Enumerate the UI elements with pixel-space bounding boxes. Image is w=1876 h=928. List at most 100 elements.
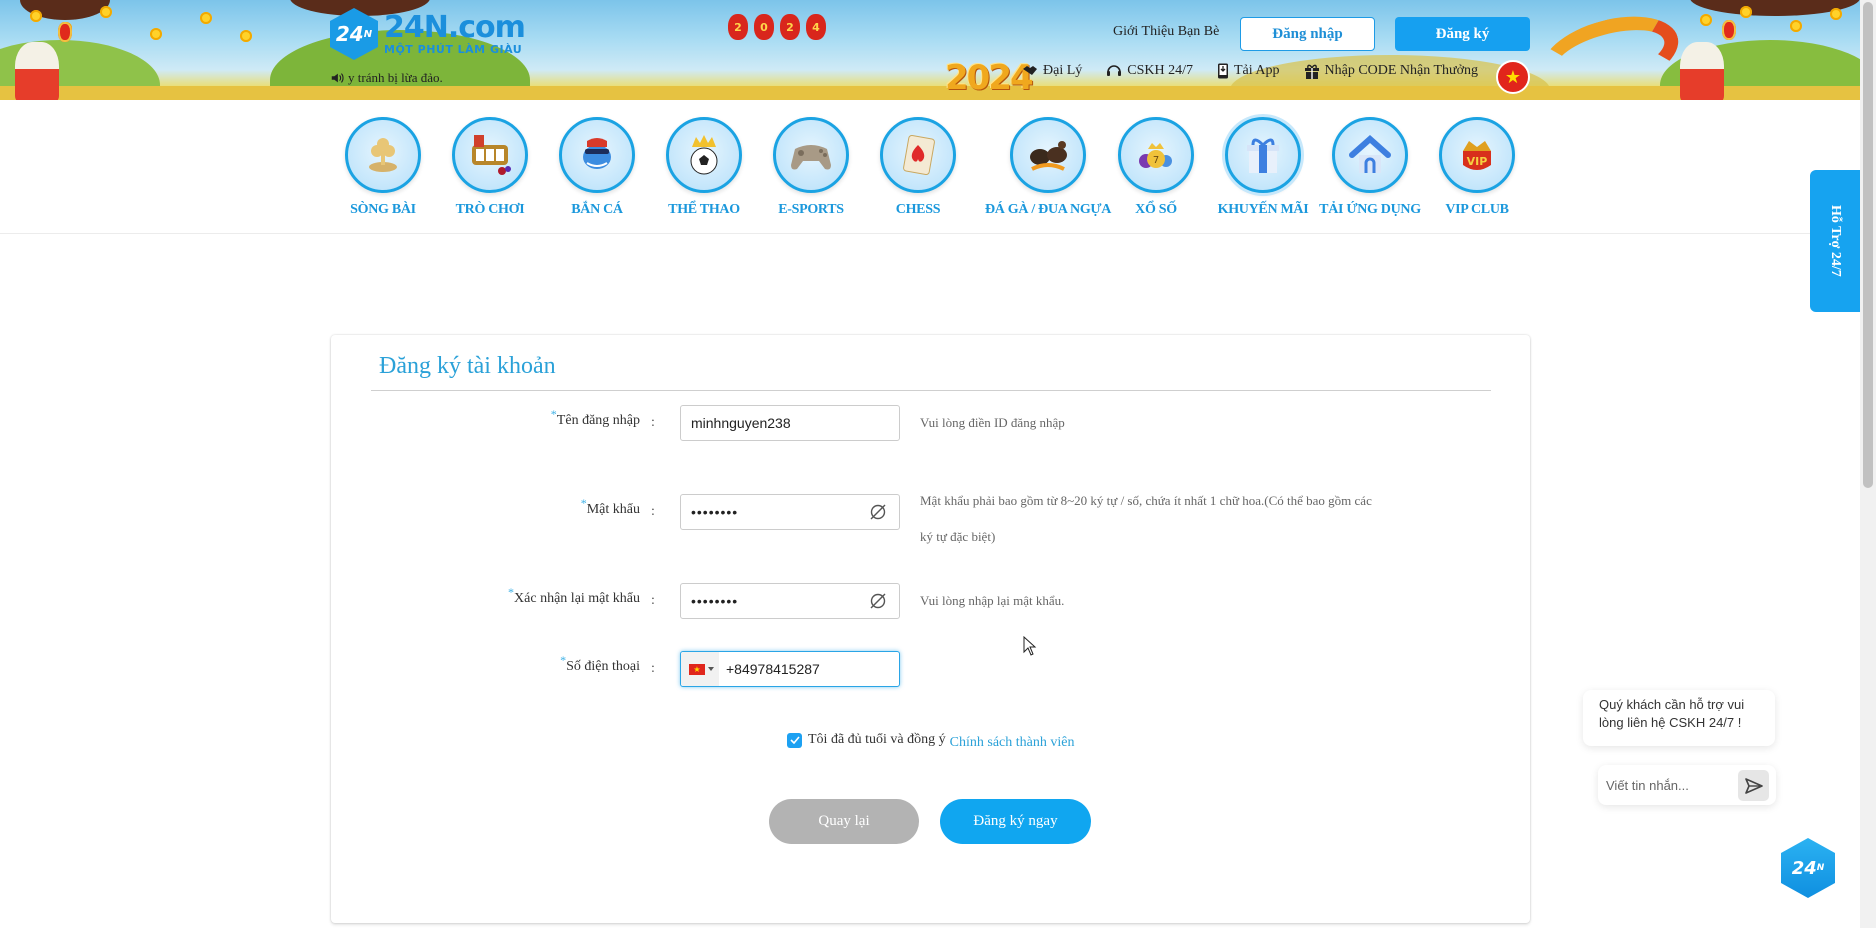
page-scrollbar[interactable] — [1860, 0, 1876, 928]
chat-send-button[interactable] — [1738, 770, 1769, 801]
terms-checkbox[interactable] — [787, 732, 802, 748]
header-banner: 2 0 2 4 24 N 24N.com MỘT PHÚT LÀM GIÀU y … — [0, 0, 1860, 100]
password-input[interactable] — [680, 494, 900, 530]
lion-dance — [15, 42, 59, 100]
chat-message-bubble: Quý khách cần hỗ trợ vui lòng liên hệ CS… — [1583, 690, 1775, 746]
nav-label: XỔ SỐ — [1135, 202, 1177, 217]
phone-download-icon — [1218, 63, 1228, 79]
nav-item-esports[interactable]: E-SPORTS — [756, 117, 866, 218]
header-links: Đại Lý CSKH 24/7 Tải App Nhập CODE Nhận … — [1022, 63, 1502, 79]
headset-icon — [1107, 65, 1122, 76]
vip-crown-icon: VIP — [1463, 141, 1491, 170]
nav-label: E-SPORTS — [778, 202, 844, 217]
svg-text:VIP: VIP — [1467, 155, 1488, 168]
nav-item-cockfight[interactable]: ĐÁ GÀ / ĐUA NGỰA — [983, 117, 1113, 218]
nav-item-games[interactable]: TRÒ CHƠI — [435, 117, 545, 218]
required-mark: * — [580, 496, 587, 510]
phone-label: *Số điện thoại — [560, 653, 640, 675]
nav-label: CHESS — [895, 202, 941, 217]
login-button[interactable]: Đăng nhập — [1240, 17, 1375, 51]
nav-label: THỂ THAO — [668, 202, 740, 217]
nav-item-fishing[interactable]: BẮN CÁ — [542, 117, 652, 218]
phone-label-text: Số điện thoại — [566, 659, 640, 674]
back-button[interactable]: Quay lại — [769, 799, 919, 844]
nav-label: TRÒ CHƠI — [455, 202, 525, 217]
gift-box-icon — [1247, 138, 1279, 173]
nav-item-casino[interactable]: SÒNG BÀI — [328, 117, 438, 218]
logo-name: 24N.com — [384, 9, 526, 45]
lion-dance — [1680, 42, 1724, 100]
invite-friends-link[interactable]: Giới Thiệu Bạn Bè — [1113, 24, 1219, 40]
title-divider — [371, 390, 1491, 391]
nav-item-sports[interactable]: THỂ THAO — [649, 117, 759, 218]
country-code-select[interactable]: ★ — [681, 652, 719, 686]
logo-mark-sup: N — [363, 28, 373, 40]
username-label: *Tên đăng nhập — [551, 407, 640, 429]
register-now-button[interactable]: Đăng ký ngay — [940, 799, 1091, 844]
lantern — [1722, 20, 1736, 40]
nav-item-vip-club[interactable]: VIP VIP CLUB — [1422, 117, 1532, 218]
vietnam-flag-icon: ★ — [689, 663, 705, 675]
password-hint-line2: ký tự đặc biệt) — [920, 529, 996, 544]
support-side-tab[interactable]: Hỗ Trợ 24/7 — [1810, 170, 1860, 312]
agent-link[interactable]: Đại Lý — [1022, 63, 1082, 79]
chat-message-input[interactable] — [1606, 769, 1736, 801]
redeem-code-link[interactable]: Nhập CODE Nhận Thưởng — [1304, 63, 1479, 79]
nav-item-chess[interactable]: CHESS — [863, 117, 973, 218]
chat-compose — [1598, 765, 1776, 805]
blossom — [200, 12, 212, 24]
nav-label: TẢI ỨNG DỤNG — [1319, 202, 1421, 217]
download-app-label: Tải App — [1234, 63, 1280, 78]
required-mark: * — [560, 653, 567, 667]
blossom — [30, 10, 42, 22]
logo-mark: 24 — [335, 22, 364, 46]
slot-machine-icon — [472, 135, 511, 175]
logo-slogan: MỘT PHÚT LÀM GIÀU — [384, 42, 523, 56]
terms-text: Tôi đã đủ tuổi và đồng ý — [808, 732, 946, 747]
support-link[interactable]: CSKH 24/7 — [1106, 63, 1193, 79]
eye-off-icon[interactable] — [868, 502, 888, 522]
redeem-code-label: Nhập CODE Nhận Thưởng — [1324, 63, 1479, 78]
blossom — [1830, 8, 1842, 20]
phone-field: ★ — [680, 651, 900, 687]
confirm-password-label-text: Xác nhận lại mật khẩu — [514, 591, 640, 606]
send-icon — [1744, 777, 1763, 794]
blossom — [100, 6, 112, 18]
gamepad-icon — [791, 145, 831, 170]
chat-launcher-button[interactable]: 24 N — [1781, 838, 1835, 898]
year-lanterns: 2 0 2 4 — [728, 14, 826, 40]
support-tab-label: Hỗ Trợ 24/7 — [1828, 205, 1843, 277]
site-logo[interactable]: 24 N 24N.com MỘT PHÚT LÀM GIÀU — [330, 8, 526, 60]
nav-label: KHUYẾN MÃI — [1217, 202, 1309, 217]
language-selector[interactable]: ★ — [1496, 60, 1530, 94]
year-badge: 2024 — [945, 58, 1034, 98]
blossom — [1790, 20, 1802, 32]
register-form-card: Đăng ký tài khoản *Tên đăng nhập : Vui l… — [331, 335, 1530, 923]
required-mark: * — [508, 585, 515, 599]
nav-item-promotions[interactable]: KHUYẾN MÃI — [1208, 117, 1318, 218]
launcher-mark: 24 — [1791, 857, 1817, 879]
nav-item-download-app[interactable]: TẢI ỨNG DỤNG — [1315, 117, 1425, 218]
home-icon — [1349, 134, 1391, 173]
confirm-password-input[interactable] — [680, 583, 900, 619]
lantern-char: 2 — [780, 14, 800, 40]
speaker-icon — [331, 73, 344, 83]
support-link-label: CSKH 24/7 — [1127, 63, 1193, 78]
scrollbar-thumb[interactable] — [1863, 2, 1873, 488]
marquee-text: y tránh bị lừa đảo. — [348, 70, 443, 85]
username-input[interactable] — [680, 405, 900, 441]
vietnam-flag-icon: ★ — [1504, 66, 1522, 87]
download-app-link[interactable]: Tải App — [1217, 63, 1280, 79]
eye-off-icon[interactable] — [868, 591, 888, 611]
soccer-ball-icon — [690, 135, 718, 175]
register-button[interactable]: Đăng ký — [1395, 17, 1530, 51]
label-colon: : — [651, 415, 655, 430]
checkmark-icon — [789, 736, 800, 744]
nav-label: ĐÁ GÀ / ĐUA NGỰA — [984, 202, 1112, 217]
label-colon: : — [651, 661, 655, 676]
required-mark: * — [550, 407, 557, 421]
nav-label: BẮN CÁ — [571, 202, 623, 217]
confirm-password-label: *Xác nhận lại mật khẩu — [508, 585, 640, 607]
member-policy-link[interactable]: Chính sách thành viên — [950, 735, 1075, 751]
nav-item-lottery[interactable]: 7 XỔ SỐ — [1101, 117, 1211, 218]
